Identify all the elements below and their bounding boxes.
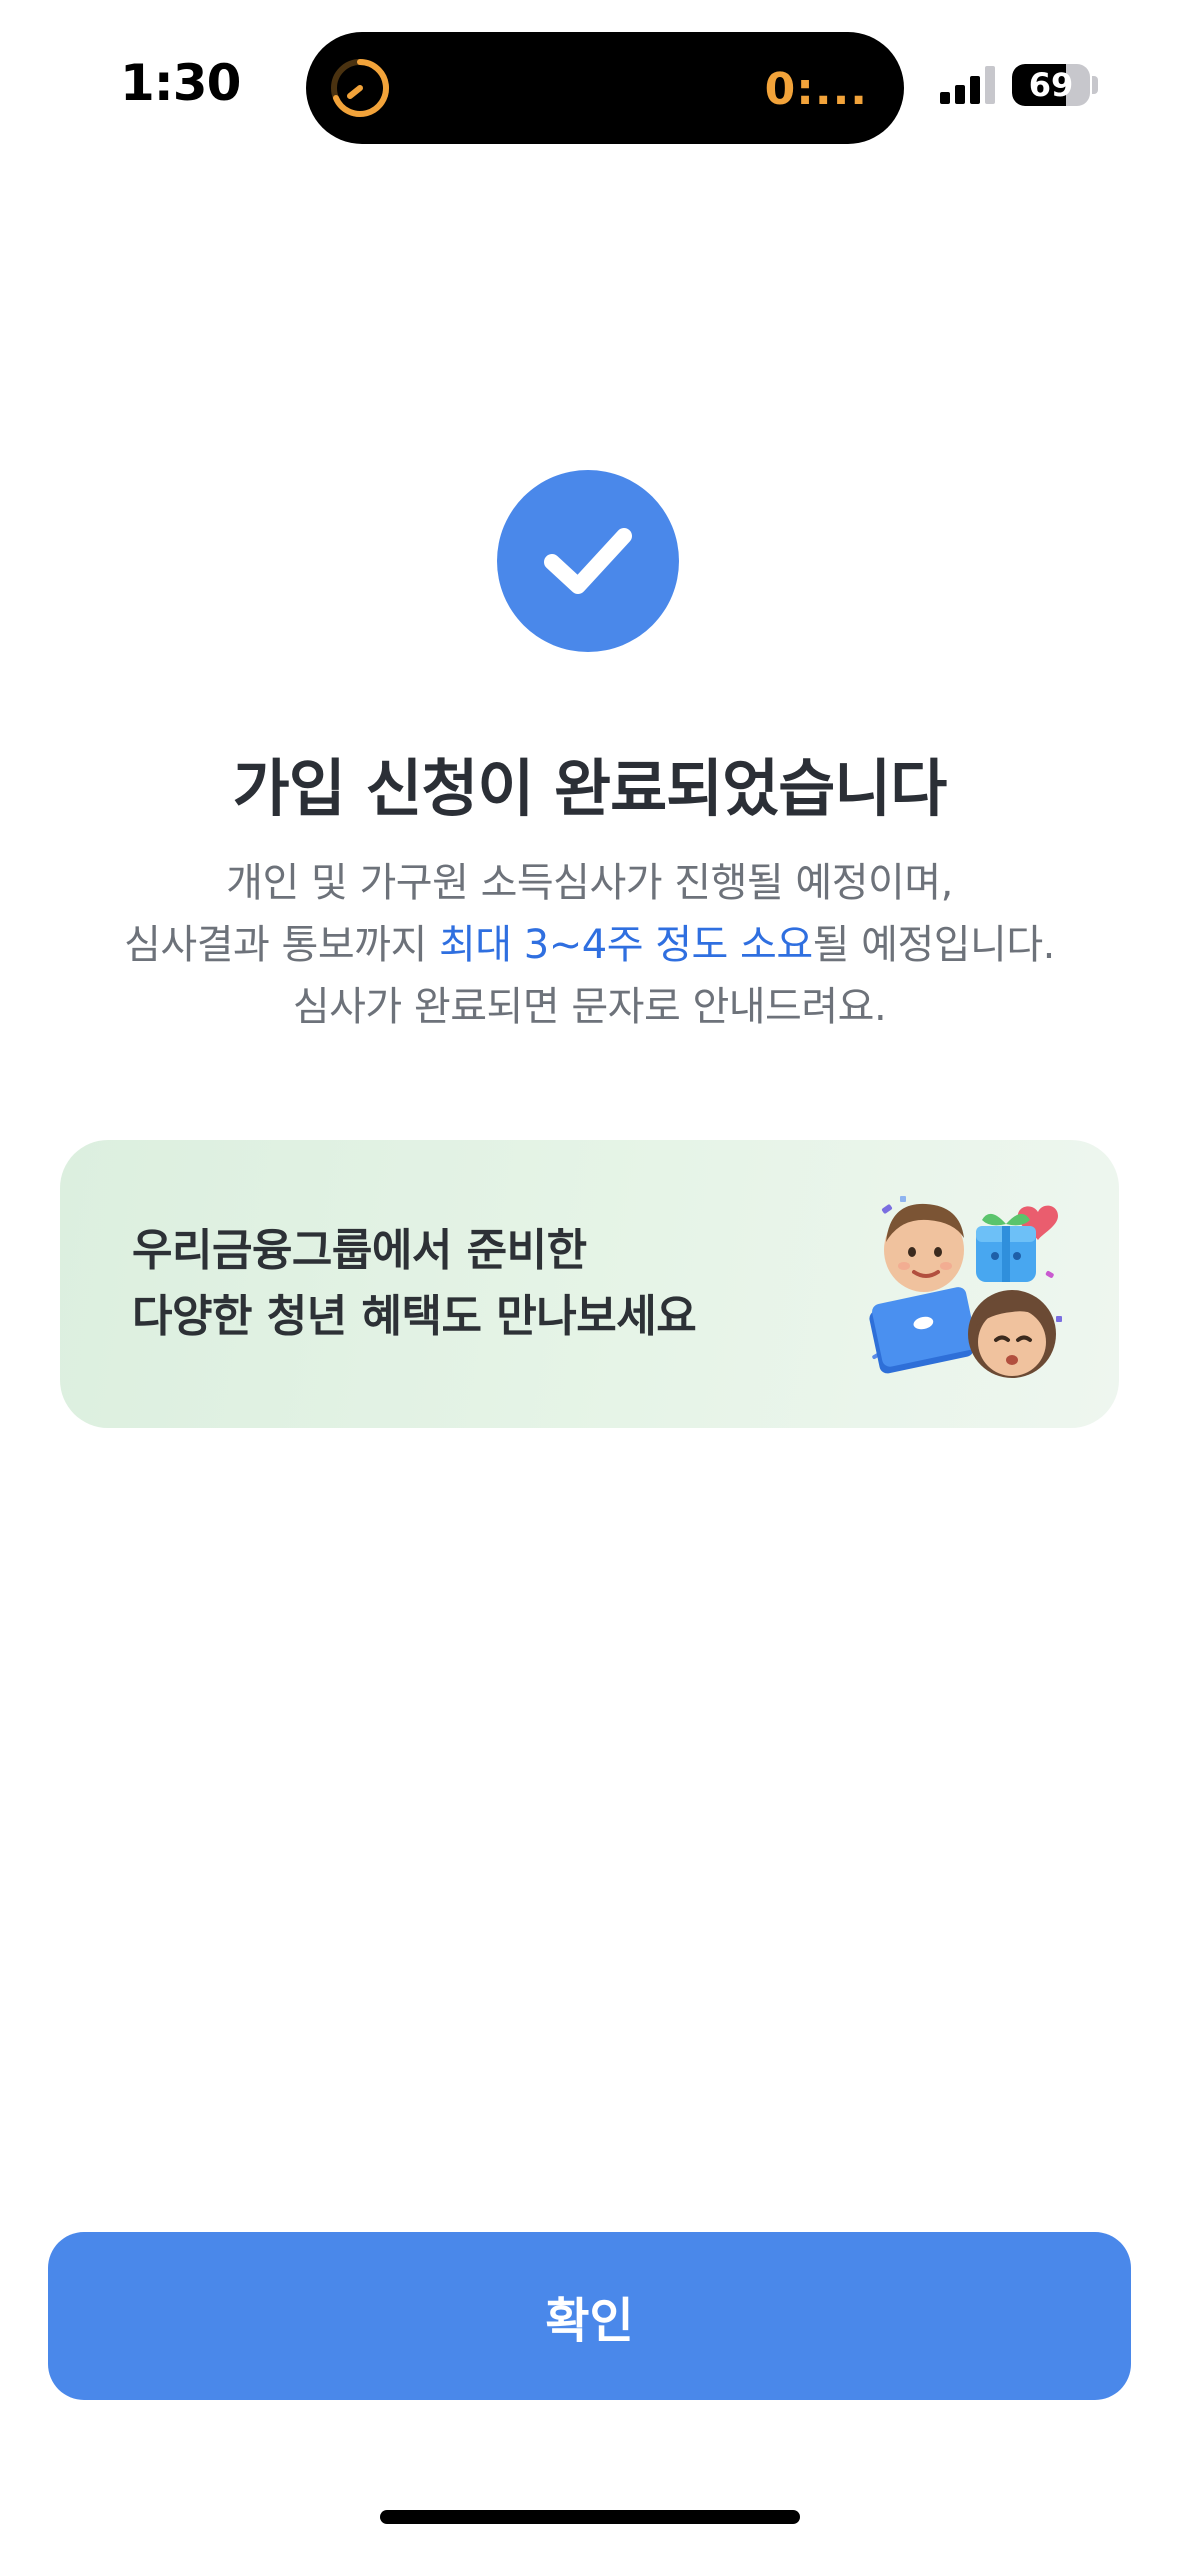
battery-level: 69	[1028, 66, 1074, 104]
status-time: 1:30	[120, 54, 241, 112]
description-line-1: 개인 및 가구원 소득심사가 진행될 예정이며,	[226, 860, 953, 906]
home-indicator[interactable]	[380, 2510, 800, 2524]
youth-benefits-banner[interactable]: 우리금융그룹에서 준비한 다양한 청년 혜택도 만나보세요	[60, 1140, 1119, 1428]
characters-gift-illustration-icon	[869, 1196, 1062, 1378]
battery-cap	[1092, 76, 1098, 94]
page-title: 가입 신청이 완료되었습니다	[232, 752, 948, 825]
checkmark-icon	[544, 528, 632, 594]
island-timer-text: 0:...	[764, 64, 868, 115]
success-check-icon	[497, 470, 679, 652]
description-line-2: 심사결과 통보까지 최대 3~4주 정도 소요될 예정입니다.	[0, 914, 1179, 976]
timer-icon	[331, 59, 389, 117]
description-line-3: 심사가 완료되면 문자로 안내드려요.	[292, 984, 887, 1030]
cellular-signal-icon	[940, 66, 995, 104]
confirm-button[interactable]: 확인	[48, 2232, 1131, 2400]
battery-icon: 69	[1012, 64, 1090, 106]
banner-text: 우리금융그룹에서 준비한 다양한 청년 혜택도 만나보세요	[132, 1218, 697, 1350]
banner-line-2: 다양한 청년 혜택도 만나보세요	[132, 1291, 697, 1342]
banner-line-1: 우리금융그룹에서 준비한	[132, 1225, 587, 1276]
dynamic-island[interactable]: 0:...	[306, 32, 904, 144]
description-line-2-prefix: 심사결과 통보까지	[124, 922, 439, 968]
duration-highlight: 최대 3~4주 정도 소요	[438, 922, 813, 968]
description: 개인 및 가구원 소득심사가 진행될 예정이며, 심사결과 통보까지 최대 3~…	[0, 852, 1179, 1038]
description-line-2-suffix: 될 예정입니다.	[812, 922, 1056, 968]
